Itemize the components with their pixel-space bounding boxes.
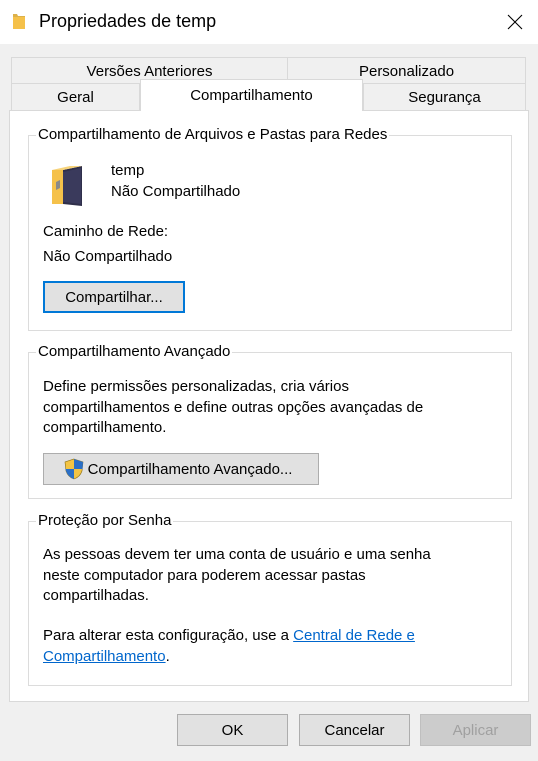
password-protection-change-text: Para alterar esta configuração, use a Ce…	[43, 626, 463, 667]
properties-dialog: Propriedades de temp Versões Anteriores …	[0, 0, 538, 761]
close-button[interactable]	[492, 0, 538, 44]
tab-label: Segurança	[408, 89, 481, 106]
sharing-status: Não Compartilhado	[111, 183, 241, 200]
share-button[interactable]: Compartilhar...	[43, 281, 185, 313]
advanced-sharing-button[interactable]: Compartilhamento Avançado...	[43, 453, 319, 485]
shield-icon	[64, 458, 83, 480]
password-protection-description: As pessoas devem ter uma conta de usuári…	[43, 546, 431, 604]
change-prefix: Para alterar esta configuração, use a	[43, 627, 294, 644]
network-path-label: Caminho de Rede:	[43, 223, 169, 240]
window-title: Propriedades de temp	[39, 11, 217, 31]
tab-label: Personalizado	[358, 63, 455, 80]
tab-compartilhamento[interactable]: Compartilhamento	[140, 79, 363, 111]
title-bar: Propriedades de temp	[0, 0, 538, 44]
cancel-button[interactable]: Cancelar	[299, 714, 410, 746]
tab-geral[interactable]: Geral	[11, 83, 140, 111]
folder-name: temp	[111, 162, 145, 179]
group-title: Compartilhamento de Arquivos e Pastas pa…	[36, 126, 390, 143]
apply-button[interactable]: Aplicar	[420, 714, 531, 746]
tab-label: Compartilhamento	[190, 87, 313, 104]
group-title: Compartilhamento Avançado	[36, 343, 233, 360]
change-suffix: .	[165, 647, 170, 665]
tab-seguranca[interactable]: Segurança	[363, 83, 526, 111]
folder-icon	[13, 14, 25, 29]
ok-button[interactable]: OK	[177, 714, 288, 746]
advanced-sharing-description: Define permissões personalizadas, cria v…	[43, 378, 424, 436]
advanced-sharing-button-label: Compartilhamento Avançado...	[87, 460, 293, 478]
network-path-value: Não Compartilhado	[43, 248, 173, 265]
folder-icon	[52, 166, 82, 206]
tab-label: Geral	[57, 89, 94, 106]
group-title: Proteção por Senha	[36, 512, 174, 529]
close-icon	[507, 14, 523, 30]
tab-label: Versões Anteriores	[86, 63, 213, 80]
